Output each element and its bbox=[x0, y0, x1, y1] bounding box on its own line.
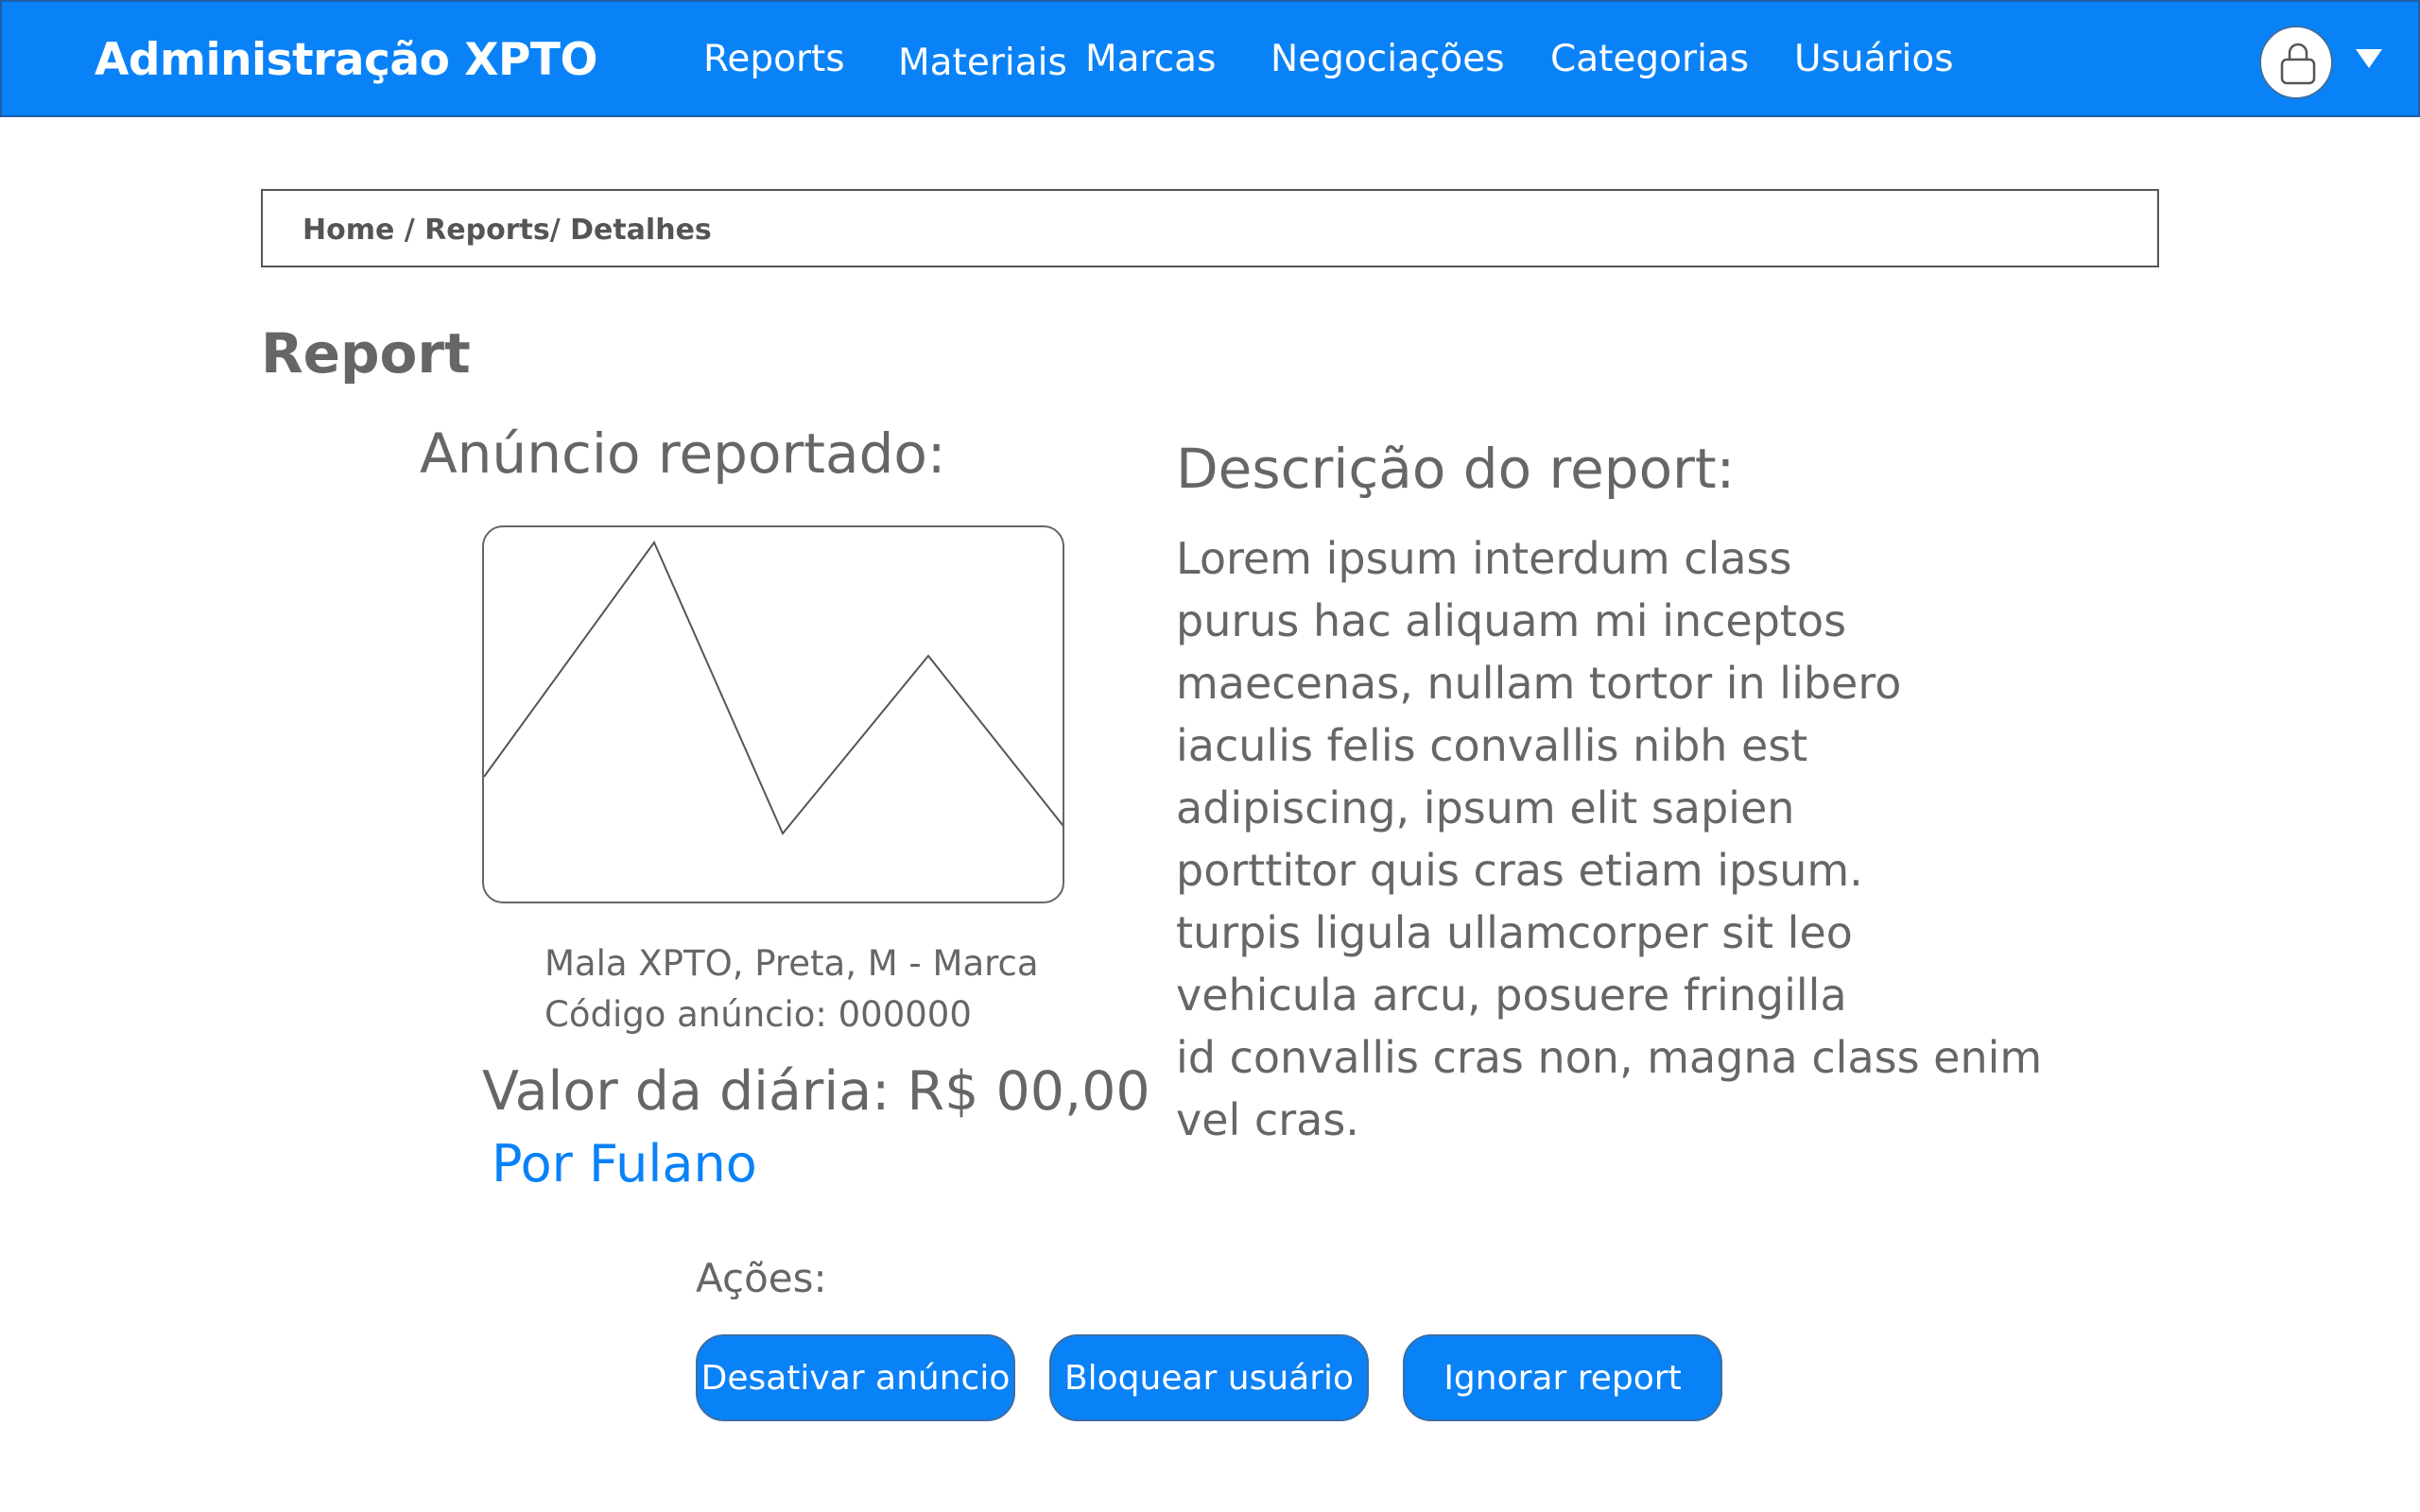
description-line: porttitor quis cras etiam ipsum. bbox=[1176, 845, 1863, 896]
nav-item-reports[interactable]: Reports bbox=[703, 38, 845, 80]
caret-down-icon[interactable] bbox=[2356, 49, 2382, 68]
description-line: id convallis cras non, magna class enim bbox=[1176, 1032, 2043, 1083]
description-line: maecenas, nullam tortor in libero bbox=[1176, 658, 1902, 709]
ad-code: Código anúncio: 000000 bbox=[544, 994, 972, 1035]
top-navbar: Administração XPTO Reports Materiais Mar… bbox=[0, 0, 2420, 117]
user-avatar-button[interactable] bbox=[2259, 26, 2333, 99]
nav-item-marcas[interactable]: Marcas bbox=[1085, 38, 1216, 80]
description-line: turpis ligula ullamcorper sit leo bbox=[1176, 907, 1853, 958]
block-user-button[interactable]: Bloquear usuário bbox=[1049, 1334, 1369, 1421]
nav-item-negociacoes[interactable]: Negociações bbox=[1270, 38, 1505, 80]
breadcrumb: Home / Reports/ Detalhes bbox=[261, 189, 2159, 267]
report-description-heading: Descrição do report: bbox=[1176, 437, 1736, 501]
report-description: Lorem ipsum interdum class purus hac ali… bbox=[1176, 527, 2121, 1151]
description-line: purus hac aliquam mi inceptos bbox=[1176, 595, 1847, 646]
breadcrumb-text[interactable]: Home / Reports/ Detalhes bbox=[302, 214, 712, 247]
description-line: iaculis felis convallis nibh est bbox=[1176, 720, 1808, 771]
user-lock-icon bbox=[2280, 43, 2316, 85]
page-title: Report bbox=[261, 321, 471, 386]
description-line: vehicula arcu, posuere fringilla bbox=[1176, 970, 1847, 1021]
ad-name: Mala XPTO, Preta, M - Marca bbox=[544, 943, 1039, 984]
nav-item-usuarios[interactable]: Usuários bbox=[1794, 38, 1954, 80]
description-line: adipiscing, ipsum elit sapien bbox=[1176, 782, 1795, 833]
app-title: Administração XPTO bbox=[95, 34, 597, 86]
seller-link[interactable]: Por Fulano bbox=[492, 1134, 757, 1194]
nav-item-materiais[interactable]: Materiais bbox=[898, 42, 1067, 84]
description-line: vel cras. bbox=[1176, 1094, 1359, 1145]
ignore-report-button[interactable]: Ignorar report bbox=[1403, 1334, 1722, 1421]
description-line: Lorem ipsum interdum class bbox=[1176, 533, 1792, 584]
deactivate-ad-button[interactable]: Desativar anúncio bbox=[696, 1334, 1015, 1421]
reported-ad-heading: Anúncio reportado: bbox=[420, 421, 946, 486]
ad-image bbox=[482, 525, 1064, 903]
ad-price: Valor da diária: R$ 00,00 bbox=[482, 1060, 1150, 1123]
nav-item-categorias[interactable]: Categorias bbox=[1550, 38, 1749, 80]
actions-label: Ações: bbox=[696, 1255, 827, 1301]
image-placeholder-icon bbox=[484, 541, 1063, 835]
